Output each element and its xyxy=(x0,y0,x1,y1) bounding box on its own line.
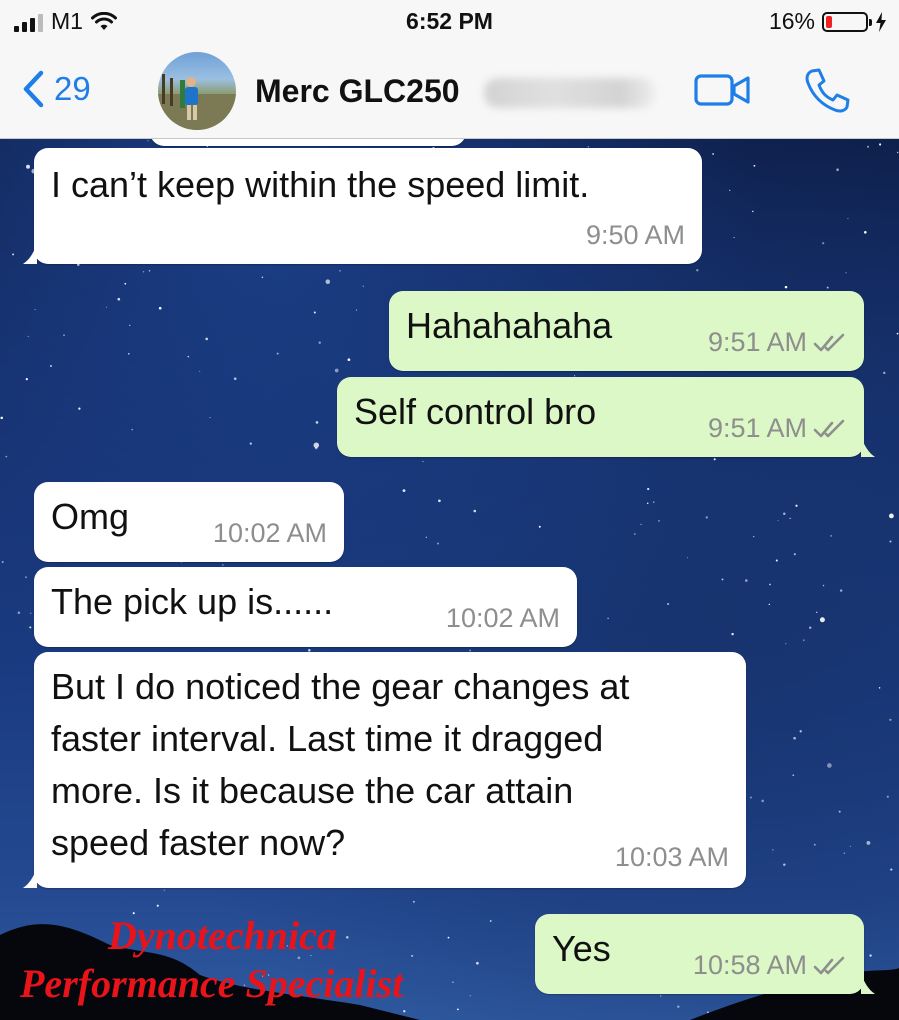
watermark-line1: Dynotechnica xyxy=(108,913,337,958)
status-time: 6:52 PM xyxy=(406,8,493,34)
double-check-icon xyxy=(813,419,845,437)
contact-name[interactable]: Merc GLC250 xyxy=(255,73,460,110)
message-time: 9:51 AM xyxy=(707,413,807,443)
message-text: Omg xyxy=(51,496,130,537)
message-meta: 9:51 AM xyxy=(708,413,847,444)
watermark-line2: Performance Specialist xyxy=(20,961,404,1006)
chat-header: 29 Merc GLC250 xyxy=(0,44,899,139)
message-time: 10:58 AM xyxy=(692,950,807,980)
message-outgoing[interactable]: Hahahahaha 9:51 AM xyxy=(389,291,864,371)
message-incoming[interactable]: The pick up is...... 10:02 AM xyxy=(34,567,577,647)
status-bar: M1 6:52 PM 16% xyxy=(0,0,899,44)
message-text-line: more. Is it because the car attain xyxy=(51,770,574,811)
message-text: I can’t keep within the speed limit. xyxy=(51,164,590,205)
message-text: The pick up is...... xyxy=(51,581,334,622)
charging-bolt-icon xyxy=(876,11,886,32)
message-time: 10:03 AM xyxy=(614,842,729,872)
message-text: Yes xyxy=(552,928,611,969)
message-meta: 10:58 AM xyxy=(693,950,847,981)
phone-icon xyxy=(805,68,850,113)
message-incoming[interactable]: I can’t keep within the speed limit. 9:5… xyxy=(23,148,702,264)
battery-group: 16% xyxy=(769,8,887,35)
battery-icon xyxy=(822,11,872,32)
back-button[interactable]: 29 xyxy=(22,70,91,108)
voice-call-button[interactable] xyxy=(803,66,851,119)
unread-count: 29 xyxy=(54,70,91,107)
bubble-tail xyxy=(861,974,875,994)
message-text: Hahahahaha xyxy=(406,305,613,346)
message-incoming[interactable]: But I do noticed the gear changes at fas… xyxy=(23,652,746,888)
message-time: 9:51 AM xyxy=(707,327,807,357)
bubble-tail xyxy=(861,437,875,457)
bubble-tail xyxy=(23,868,37,888)
watermark: Dynotechnica Performance Specialist xyxy=(20,912,490,1008)
video-call-button[interactable] xyxy=(694,74,752,111)
message-text: Self control bro xyxy=(354,391,597,432)
contact-avatar[interactable] xyxy=(158,52,236,130)
chevron-left-icon xyxy=(23,70,44,108)
battery-percent: 16% xyxy=(768,8,815,34)
double-check-icon xyxy=(813,333,845,351)
message-time: 10:02 AM xyxy=(445,603,560,633)
avatar-photo xyxy=(158,74,236,130)
message-text-line: But I do noticed the gear changes at xyxy=(51,666,630,707)
message-incoming[interactable]: Omg 10:02 AM xyxy=(34,482,344,562)
message-meta: 9:51 AM xyxy=(708,327,847,358)
battery-level-fill xyxy=(826,15,832,28)
bubble-tail xyxy=(23,244,37,264)
message-outgoing[interactable]: Yes 10:58 AM xyxy=(535,914,875,994)
message-time: 10:02 AM xyxy=(212,518,327,548)
redacted-name-blur xyxy=(484,78,656,108)
message-time: 9:50 AM xyxy=(585,220,685,250)
message-outgoing[interactable]: Self control bro 9:51 AM xyxy=(337,377,875,457)
message-text-line: speed faster now? xyxy=(51,822,346,863)
double-check-icon xyxy=(813,956,845,974)
message-text-line: faster interval. Last time it dragged xyxy=(51,718,604,759)
video-camera-icon xyxy=(694,74,750,106)
